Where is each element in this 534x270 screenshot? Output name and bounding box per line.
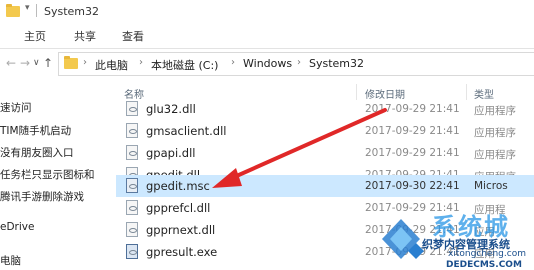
breadcrumb-windows[interactable]: Windows [243, 57, 292, 70]
breadcrumb-this-pc[interactable]: 此电脑 [95, 57, 128, 73]
file-name: gpprnext.dll [146, 223, 216, 237]
file-date: 2017-09-30 22:41 [365, 180, 460, 192]
breadcrumb-system32[interactable]: System32 [309, 57, 364, 70]
dll-file-icon [126, 222, 138, 237]
dll-file-icon [126, 123, 138, 138]
file-date: 2017-09-29 21:41 [365, 147, 460, 159]
title-separator [36, 4, 37, 17]
sidebar-item-mobile-games[interactable]: 腾讯手游删除游戏 [0, 189, 84, 204]
breadcrumb-local-disk[interactable]: 本地磁盘 (C:) [151, 57, 218, 73]
file-type: Micros [474, 180, 508, 192]
watermark-logo-icon [382, 219, 424, 259]
window-title: System32 [44, 5, 100, 18]
navigation-bar: ← → ∨ ↑ › 此电脑 › 本地磁盘 (C:) › Windows › Sy… [0, 48, 534, 78]
sidebar-item-onedrive[interactable]: eDrive [0, 221, 34, 233]
ribbon: 主页 共享 查看 [0, 22, 534, 49]
title-bar: ▾ System32 [0, 0, 534, 22]
sidebar-item-taskbar[interactable]: 任务栏只显示图标和 [0, 167, 95, 182]
navigation-pane: 速访问 TIM随手机启动 没有朋友圈入口 任务栏只显示图标和 腾讯手游删除游戏 … [0, 86, 112, 269]
file-name: glu32.dll [146, 102, 196, 116]
msc-file-icon [126, 178, 138, 193]
sidebar-item-tim[interactable]: TIM随手机启动 [0, 123, 71, 138]
chevron-right-icon: › [231, 57, 235, 68]
chevron-right-icon: › [139, 57, 143, 68]
file-date: 2017-09-29 21:41 [365, 103, 460, 115]
recent-locations-icon[interactable]: ∨ [33, 58, 40, 68]
up-arrow-icon[interactable]: ↑ [43, 56, 53, 70]
sidebar-item-this-pc[interactable]: 电脑 [0, 253, 21, 268]
watermark: 系统城 织梦内容管理系统 xitongcheng.com DEDECMS.COM [376, 205, 534, 270]
forward-arrow-icon[interactable]: → [20, 56, 30, 70]
chevron-right-icon: › [297, 57, 301, 68]
sidebar-item-quick-access[interactable]: 速访问 [0, 100, 32, 115]
file-row[interactable]: glu32.dll 2017-09-29 21:41 应用程序 [116, 98, 534, 120]
chevron-right-icon: › [83, 57, 87, 68]
sidebar-item-moments[interactable]: 没有朋友圈入口 [0, 145, 74, 160]
tab-share[interactable]: 共享 [74, 28, 96, 44]
file-type: 应用程序 [474, 127, 516, 139]
file-row-selected[interactable]: gpedit.msc 2017-09-30 22:41 Micros [116, 175, 534, 197]
file-row[interactable]: gpapi.dll 2017-09-29 21:41 应用程序 [116, 142, 534, 164]
file-name: gpprefcl.dll [146, 201, 211, 215]
file-type: 应用程序 [474, 105, 516, 117]
file-name: gpedit.msc [146, 179, 210, 193]
file-date: 2017-09-29 21:41 [365, 125, 460, 137]
location-folder-icon [64, 56, 78, 69]
dll-file-icon [126, 145, 138, 160]
tab-home[interactable]: 主页 [24, 28, 46, 44]
watermark-url: xitongcheng.com [448, 249, 526, 259]
file-name: gpresult.exe [146, 245, 218, 259]
exe-file-icon [126, 244, 138, 259]
quick-access-dropdown-icon[interactable]: ▾ [25, 3, 30, 13]
dll-file-icon [126, 101, 138, 116]
file-name: gmsaclient.dll [146, 124, 227, 138]
address-box[interactable]: › 此电脑 › 本地磁盘 (C:) › Windows › System32 [58, 52, 534, 76]
file-row[interactable]: gmsaclient.dll 2017-09-29 21:41 应用程序 [116, 120, 534, 142]
file-name: gpapi.dll [146, 146, 196, 160]
folder-icon [6, 4, 20, 17]
back-arrow-icon[interactable]: ← [6, 56, 16, 70]
file-type: 应用程序 [474, 149, 516, 161]
tab-view[interactable]: 查看 [122, 28, 144, 44]
dll-file-icon [126, 200, 138, 215]
